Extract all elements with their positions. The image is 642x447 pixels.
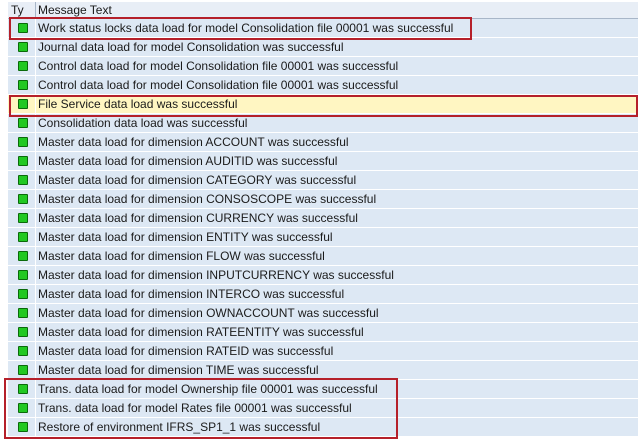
table-row[interactable]: Work status locks data load for model Co…: [8, 19, 638, 38]
table-row[interactable]: Master data load for dimension TIME was …: [8, 361, 638, 380]
table-row[interactable]: Consolidation data load was successful: [8, 114, 638, 133]
type-cell: [8, 228, 36, 246]
table-row[interactable]: Master data load for dimension INPUTCURR…: [8, 266, 638, 285]
header-type[interactable]: Ty: [11, 2, 35, 18]
message-rows: Work status locks data load for model Co…: [8, 19, 638, 437]
success-status-icon: [18, 422, 28, 432]
table-row[interactable]: Master data load for dimension FLOW was …: [8, 247, 638, 266]
success-status-icon: [18, 175, 28, 185]
success-status-icon: [18, 80, 28, 90]
type-cell: [8, 76, 36, 94]
type-cell: [8, 342, 36, 360]
success-status-icon: [18, 270, 28, 280]
message-text: Master data load for dimension AUDITID w…: [38, 154, 338, 168]
message-text: Master data load for dimension ENTITY wa…: [38, 230, 333, 244]
message-text: Restore of environment IFRS_SP1_1 was su…: [38, 420, 321, 434]
message-log-grid: Ty Message Text Work status locks data l…: [0, 0, 642, 447]
success-status-icon: [18, 137, 28, 147]
table-row[interactable]: Master data load for dimension ACCOUNT w…: [8, 133, 638, 152]
message-text: Trans. data load for model Rates file 00…: [38, 401, 352, 415]
row-selector-bar[interactable]: [0, 0, 8, 447]
success-status-icon: [18, 327, 28, 337]
table-row[interactable]: Master data load for dimension CONSOSCOP…: [8, 190, 638, 209]
type-cell: [8, 266, 36, 284]
table-row[interactable]: Master data load for dimension AUDITID w…: [8, 152, 638, 171]
type-cell: [8, 285, 36, 303]
header-message-text[interactable]: Message Text: [38, 2, 112, 18]
table-row[interactable]: File Service data load was successful: [8, 95, 638, 114]
type-cell: [8, 209, 36, 227]
table-row[interactable]: Master data load for dimension OWNACCOUN…: [8, 304, 638, 323]
message-text: Master data load for dimension RATEID wa…: [38, 344, 334, 358]
table-row[interactable]: Restore of environment IFRS_SP1_1 was su…: [8, 418, 638, 437]
type-cell: [8, 247, 36, 265]
type-cell: [8, 323, 36, 341]
table-row[interactable]: Journal data load for model Consolidatio…: [8, 38, 638, 57]
table-row[interactable]: Trans. data load for model Ownership fil…: [8, 380, 638, 399]
column-header: Ty Message Text: [8, 2, 638, 19]
type-cell: [8, 133, 36, 151]
type-cell: [8, 171, 36, 189]
success-status-icon: [18, 384, 28, 394]
message-text: Trans. data load for model Ownership fil…: [38, 382, 378, 396]
type-cell: [8, 304, 36, 322]
success-status-icon: [18, 118, 28, 128]
message-text: Control data load for model Consolidatio…: [38, 78, 399, 92]
type-cell: [8, 418, 36, 436]
success-status-icon: [18, 61, 28, 71]
table-row[interactable]: Control data load for model Consolidatio…: [8, 57, 638, 76]
message-text: Master data load for dimension OWNACCOUN…: [38, 306, 379, 320]
success-status-icon: [18, 403, 28, 413]
success-status-icon: [18, 99, 28, 109]
success-status-icon: [18, 213, 28, 223]
success-status-icon: [18, 232, 28, 242]
message-text: Journal data load for model Consolidatio…: [38, 40, 344, 54]
table-row[interactable]: Master data load for dimension RATEENTIT…: [8, 323, 638, 342]
success-status-icon: [18, 346, 28, 356]
table-row[interactable]: Master data load for dimension RATEID wa…: [8, 342, 638, 361]
message-text: Master data load for dimension CONSOSCOP…: [38, 192, 377, 206]
type-cell: [8, 399, 36, 417]
table-row[interactable]: Master data load for dimension CURRENCY …: [8, 209, 638, 228]
message-text: Master data load for dimension FLOW was …: [38, 249, 325, 263]
message-text: Master data load for dimension INPUTCURR…: [38, 268, 394, 282]
message-text: File Service data load was successful: [38, 97, 238, 111]
success-status-icon: [18, 23, 28, 33]
success-status-icon: [18, 251, 28, 261]
type-cell: [8, 57, 36, 75]
success-status-icon: [18, 289, 28, 299]
table-row[interactable]: Control data load for model Consolidatio…: [8, 76, 638, 95]
success-status-icon: [18, 308, 28, 318]
message-text: Master data load for dimension TIME was …: [38, 363, 319, 377]
table-row[interactable]: Trans. data load for model Rates file 00…: [8, 399, 638, 418]
success-status-icon: [18, 156, 28, 166]
type-cell: [8, 19, 36, 37]
table-row[interactable]: Master data load for dimension INTERCO w…: [8, 285, 638, 304]
type-cell: [8, 152, 36, 170]
table-row[interactable]: Master data load for dimension CATEGORY …: [8, 171, 638, 190]
message-text: Master data load for dimension CATEGORY …: [38, 173, 357, 187]
message-text: Master data load for dimension RATEENTIT…: [38, 325, 364, 339]
type-cell: [8, 114, 36, 132]
table-row[interactable]: Master data load for dimension ENTITY wa…: [8, 228, 638, 247]
type-cell: [8, 361, 36, 379]
message-text: Work status locks data load for model Co…: [38, 21, 454, 35]
type-cell: [8, 95, 36, 113]
message-text: Master data load for dimension CURRENCY …: [38, 211, 358, 225]
type-cell: [8, 38, 36, 56]
message-text: Consolidation data load was successful: [38, 116, 248, 130]
column-separator[interactable]: [35, 2, 36, 18]
success-status-icon: [18, 42, 28, 52]
type-cell: [8, 190, 36, 208]
message-text: Master data load for dimension ACCOUNT w…: [38, 135, 349, 149]
success-status-icon: [18, 365, 28, 375]
success-status-icon: [18, 194, 28, 204]
message-text: Control data load for model Consolidatio…: [38, 59, 399, 73]
type-cell: [8, 380, 36, 398]
message-text: Master data load for dimension INTERCO w…: [38, 287, 345, 301]
